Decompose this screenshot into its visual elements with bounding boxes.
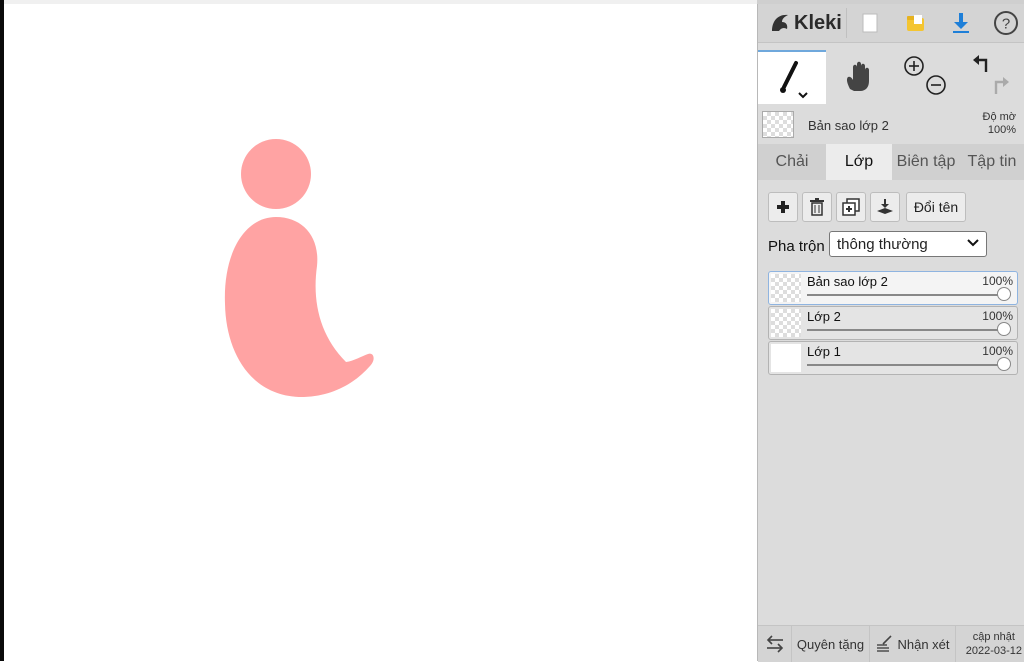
tab-brush[interactable]: Chải [758, 144, 826, 180]
download-icon [953, 13, 969, 33]
hand-tool[interactable] [826, 50, 892, 104]
chevron-down-icon [967, 239, 979, 247]
layer-opacity-slider-knob[interactable] [997, 322, 1011, 336]
brush-tool[interactable] [758, 50, 826, 104]
layer-thumbnail [771, 274, 801, 302]
current-layer-thumbnail [762, 111, 794, 138]
download-button[interactable] [943, 8, 979, 38]
feedback-label: Nhận xét [897, 636, 950, 652]
layer-row[interactable]: Lớp 2 100% [768, 306, 1018, 340]
layer-name: Lớp 2 [807, 309, 841, 324]
update-label: cập nhật [972, 631, 1015, 643]
open-folder-icon [907, 15, 924, 31]
blend-mode-label: Pha trộn [768, 238, 825, 255]
donate-button[interactable]: Quyên tặng [792, 626, 870, 662]
tab-layers[interactable]: Lớp [826, 144, 892, 180]
rename-layer-button[interactable]: Đổi tên [906, 192, 966, 222]
duplicate-layer-button[interactable] [836, 192, 866, 222]
help-button[interactable]: ? [988, 8, 1024, 38]
layers-panel: Đổi tên Pha trộn thông thường Bản sao lớ… [758, 180, 1024, 625]
app-name: Kleki [794, 11, 842, 34]
merge-down-button[interactable] [870, 192, 900, 222]
help-icon: ? [994, 11, 1018, 35]
add-layer-button[interactable] [768, 192, 798, 222]
layer-opacity: 100% [982, 344, 1013, 358]
add-layer-icon [777, 201, 789, 213]
new-document-icon [862, 13, 878, 33]
layer-opacity-slider[interactable] [807, 294, 1003, 296]
panel-footer: Quyên tặng Nhận xét cập nhật 2022-03-12 [758, 625, 1024, 662]
layer-thumbnail [771, 309, 801, 337]
top-toolbar: Kleki ? [758, 4, 1024, 43]
swap-side-button[interactable] [758, 626, 792, 662]
tab-edit[interactable]: Biên tập [892, 144, 960, 180]
layer-name: Bản sao lớp 2 [807, 274, 888, 289]
feedback-button[interactable]: Nhận xét [870, 626, 956, 662]
current-layer-name: Bản sao lớp 2 [808, 118, 889, 133]
blend-mode-select[interactable]: thông thường [829, 231, 987, 257]
layer-thumbnail [771, 344, 801, 372]
layer-opacity-slider-knob[interactable] [997, 287, 1011, 301]
opacity-value: 100% [987, 124, 1016, 136]
zoom-controls [892, 50, 958, 104]
kleki-logo-icon [772, 14, 788, 31]
kleki-logo[interactable]: Kleki [768, 8, 842, 38]
layer-row[interactable]: Bản sao lớp 2 100% [768, 271, 1018, 305]
stem-shape [224, 217, 374, 398]
current-layer-info: Bản sao lớp 2 Độ mờ 100% [758, 108, 1024, 142]
undo-icon[interactable] [973, 55, 988, 72]
current-layer-opacity: Độ mờ 100% [983, 111, 1017, 137]
open-file-button[interactable] [898, 8, 934, 38]
update-info[interactable]: cập nhật 2022-03-12 [966, 630, 1022, 658]
delete-layer-icon [810, 198, 824, 216]
opacity-label: Độ mờ [982, 111, 1017, 123]
tab-file[interactable]: Tập tin [960, 144, 1024, 180]
new-document-button[interactable] [852, 8, 888, 38]
layer-name: Lớp 1 [807, 344, 841, 359]
history-controls [958, 50, 1024, 104]
layer-row[interactable]: Lớp 1 100% [768, 341, 1018, 375]
feedback-pen-icon [877, 635, 893, 652]
header-divider [846, 8, 847, 38]
dot-shape [241, 139, 311, 209]
blend-mode-value: thông thường [837, 235, 928, 253]
panel-tabs: Chải Lớp Biên tập Tập tin [758, 144, 1024, 180]
layer-opacity-slider-knob[interactable] [997, 357, 1011, 371]
duplicate-layer-icon [842, 198, 860, 216]
delete-layer-button[interactable] [802, 192, 832, 222]
layer-opacity-slider[interactable] [807, 329, 1003, 331]
layer-opacity: 100% [982, 309, 1013, 323]
layer-opacity: 100% [982, 274, 1013, 288]
redo-icon[interactable] [994, 77, 1009, 94]
swap-arrows-icon [766, 635, 783, 653]
side-panel: Kleki ? Bản sao lớp 2 Độ mờ 100% Chải Lớ… [757, 4, 1024, 662]
svg-text:?: ? [1002, 16, 1010, 33]
drawing-canvas[interactable] [4, 4, 757, 661]
update-date: 2022-03-12 [965, 645, 1022, 657]
layer-opacity-slider[interactable] [807, 364, 1003, 366]
zoom-in-icon[interactable] [904, 56, 924, 76]
canvas-drawing [224, 139, 374, 398]
tool-row [758, 50, 1024, 104]
zoom-out-icon[interactable] [926, 75, 946, 95]
hand-icon [846, 61, 869, 91]
merge-down-icon [877, 199, 893, 214]
brush-icon [780, 61, 808, 99]
